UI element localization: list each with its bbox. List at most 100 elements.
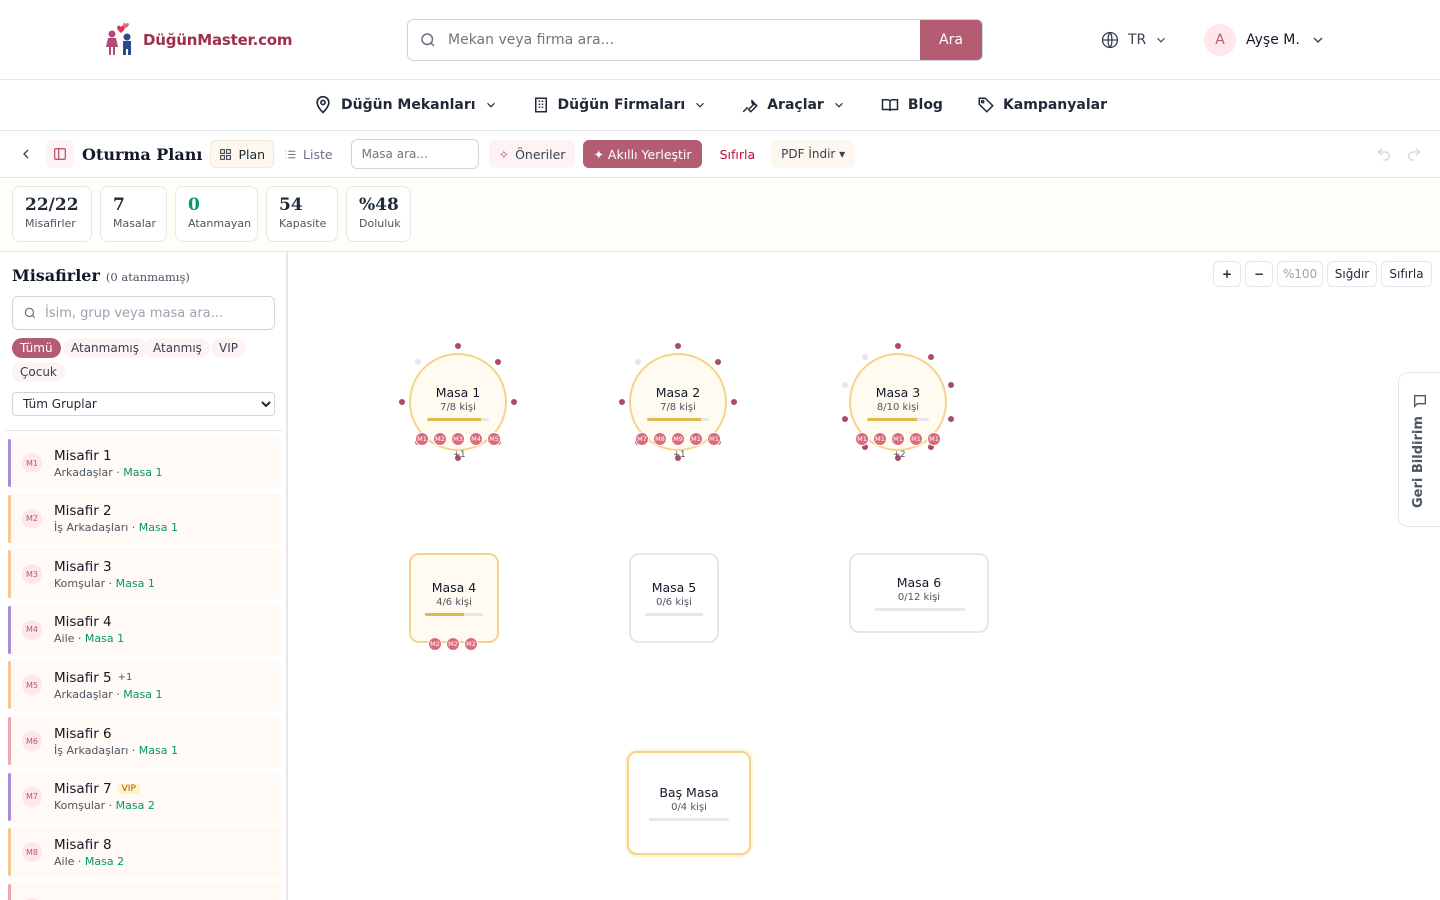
guest-table: Masa 1 [115, 576, 155, 590]
guest-list-item[interactable]: M6 Misafir 6 İş Arkadaşları · Masa 1 [8, 715, 282, 767]
table-progress [427, 418, 489, 421]
seat-marker[interactable] [399, 399, 405, 405]
guest-list-item[interactable]: M5 Misafir 5 +1 Arkadaşlar · Masa 1 [8, 659, 282, 712]
filter-child[interactable]: Çocuk [12, 362, 65, 382]
table-search-input[interactable] [350, 139, 479, 169]
more-guests-count: +2 [893, 450, 906, 460]
user-menu[interactable]: A Ayşe M. [1204, 24, 1326, 56]
seated-guest-avatar[interactable]: M2 [446, 637, 460, 651]
smart-place-button[interactable]: ✦ Akıllı Yerleştir [583, 140, 702, 168]
guest-info: Misafir 2 İş Arkadaşları · Masa 1 [54, 503, 178, 534]
seat-marker[interactable] [455, 343, 461, 349]
seated-guest-avatar[interactable]: M1 [855, 432, 869, 446]
pdf-download-button[interactable]: PDF İndir ▾ [771, 140, 856, 168]
table-name: Masa 6 [896, 575, 942, 590]
reset-view-button[interactable]: Sıfırla [1381, 261, 1432, 287]
guest-list-item[interactable]: M7 Misafir 7 VIP Komşular · Masa 2 [8, 770, 282, 823]
filter-unassigned[interactable]: Atanmamış [63, 338, 147, 358]
table-masa-5[interactable]: Masa 5 0/6 kişi [629, 553, 719, 643]
table-count: 0/4 kişi [671, 802, 707, 813]
seated-guest-avatar[interactable]: M7 [635, 432, 649, 446]
seat-marker[interactable] [895, 343, 901, 349]
seated-guest-avatar[interactable]: M1 [891, 432, 905, 446]
group-color-bar [8, 661, 11, 710]
guest-list-item[interactable]: M9Misafir 9Çocuk [8, 881, 282, 900]
seated-guest-avatar[interactable]: M8 [653, 432, 667, 446]
guest-info: Misafir 4 Aile · Masa 1 [54, 614, 124, 645]
search-button[interactable]: Ara [920, 20, 982, 60]
fit-button[interactable]: Sığdır [1327, 261, 1377, 287]
back-icon[interactable] [18, 146, 34, 162]
seated-guest-avatar[interactable]: M5 [487, 432, 501, 446]
undo-icon[interactable] [1376, 146, 1392, 162]
seat-marker[interactable] [675, 343, 681, 349]
filter-assigned[interactable]: Atanmış [145, 338, 210, 358]
seat-marker[interactable] [494, 359, 501, 366]
seat-marker[interactable] [862, 353, 869, 360]
seated-guest-avatar[interactable]: M3 [451, 432, 465, 446]
language-selector[interactable]: TR [1100, 30, 1168, 50]
redo-icon[interactable] [1406, 146, 1422, 162]
guest-list-item[interactable]: M1 Misafir 1 Arkadaşlar · Masa 1 [8, 437, 282, 489]
guest-list-item[interactable]: M8 Misafir 8 Aile · Masa 2 [8, 826, 282, 879]
seated-guest-avatar[interactable]: M9 [671, 432, 685, 446]
seat-marker[interactable] [841, 381, 848, 388]
seat-marker[interactable] [841, 416, 848, 423]
seated-guest-avatar[interactable]: M2 [428, 637, 442, 651]
seat-marker[interactable] [731, 399, 737, 405]
view-list-tab[interactable]: Liste [274, 140, 343, 168]
guest-avatar: M2 [22, 508, 42, 529]
nav-vendors[interactable]: Düğün Firmaları [532, 95, 708, 115]
seated-guest-avatar[interactable]: M1 [689, 432, 703, 446]
grid-icon [220, 148, 232, 160]
seat-marker[interactable] [619, 399, 625, 405]
seated-guest-avatar[interactable]: M1 [415, 432, 429, 446]
seated-guest-avatar[interactable]: M2 [464, 637, 478, 651]
search-input[interactable] [448, 20, 920, 60]
nav-campaigns[interactable]: Kampanyalar [977, 96, 1107, 114]
sidebar-toggle-button[interactable] [46, 140, 74, 168]
seated-guest-avatar[interactable]: M2 [433, 432, 447, 446]
seated-guest-avatar[interactable]: M1 [927, 432, 941, 446]
guest-list-item[interactable]: M4 Misafir 4 Aile · Masa 1 [8, 603, 282, 656]
zoom-in-button[interactable]: + [1213, 261, 1241, 287]
nav-blog[interactable]: Blog [880, 96, 943, 114]
table-progress [425, 613, 483, 616]
seated-guest-avatar[interactable]: M1 [873, 432, 887, 446]
nav-tools[interactable]: Araçlar [741, 96, 846, 114]
filter-all[interactable]: Tümü [12, 338, 61, 358]
zoom-out-button[interactable]: − [1245, 261, 1273, 287]
seat-marker[interactable] [635, 359, 642, 366]
table-head[interactable]: Baş Masa 0/4 kişi [627, 751, 751, 855]
seating-canvas[interactable]: + − %100 Sığdır Sıfırla Masa 1 7/8 kişi … [289, 253, 1440, 900]
reset-button[interactable]: Sıfırla [710, 140, 766, 168]
table-masa-4[interactable]: Masa 4 4/6 kişi [409, 553, 499, 643]
guest-search-field[interactable]: İsim, grup veya masa ara... [12, 296, 275, 330]
guest-group: Aile [54, 854, 75, 868]
seat-marker[interactable] [948, 381, 955, 388]
seat-marker[interactable] [415, 359, 422, 366]
logo[interactable]: DüğünMaster.com [103, 22, 293, 58]
seated-guest-avatar[interactable]: M1 [909, 432, 923, 446]
group-select[interactable]: Tüm Gruplar [12, 392, 275, 416]
top-bar: DüğünMaster.com Ara TR A Ayşe M. [0, 0, 1440, 80]
nav-venues[interactable]: Düğün Mekanları [313, 95, 498, 115]
sparkle-icon: ✧ [498, 146, 510, 162]
table-masa-6[interactable]: Masa 6 0/12 kişi [849, 553, 989, 633]
list-icon [285, 150, 296, 158]
stat-label: Masalar [113, 217, 157, 230]
filter-vip[interactable]: VIP [211, 338, 246, 358]
view-plan-tab[interactable]: Plan [210, 140, 275, 168]
feedback-tab[interactable]: Geri Bildirim [1398, 372, 1440, 527]
seat-marker[interactable] [948, 416, 955, 423]
guest-name: Misafir 4 [54, 614, 112, 631]
seat-marker[interactable] [511, 399, 517, 405]
seat-marker[interactable] [927, 353, 934, 360]
guest-list-item[interactable]: M2 Misafir 2 İş Arkadaşları · Masa 1 [8, 492, 282, 545]
suggestions-button[interactable]: ✧ Öneriler [488, 140, 576, 168]
seated-guest-avatar[interactable]: M4 [469, 432, 483, 446]
guest-info: Misafir 6 İş Arkadaşları · Masa 1 [54, 726, 178, 757]
guest-list-item[interactable]: M3 Misafir 3 Komşular · Masa 1 [8, 548, 282, 601]
seat-marker[interactable] [714, 359, 721, 366]
seated-guest-avatar[interactable]: M1 [707, 432, 721, 446]
